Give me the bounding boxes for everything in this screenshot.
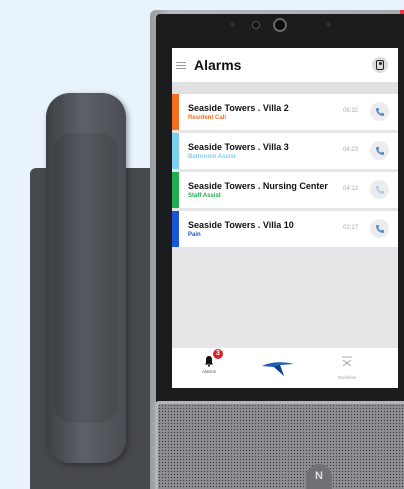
camera-icon bbox=[273, 18, 287, 32]
speaker-grille bbox=[158, 404, 404, 489]
phone-icon bbox=[375, 224, 385, 234]
nav-alarms[interactable]: 3 Alarms bbox=[194, 349, 224, 374]
alarm-type: Staff Assist bbox=[188, 193, 221, 199]
call-button[interactable] bbox=[370, 219, 389, 238]
menu-icon[interactable] bbox=[176, 60, 186, 71]
workflow-icon bbox=[342, 356, 352, 367]
alarm-type: Resident Call bbox=[188, 115, 227, 121]
alarm-elapsed-time: 04:12 bbox=[342, 186, 358, 192]
alarm-elapsed-time: 02:17 bbox=[342, 225, 358, 231]
phone-icon bbox=[375, 146, 385, 156]
alarm-item[interactable]: Seaside Towers . Nursing Center Staff Ass… bbox=[172, 172, 398, 208]
alarm-type: Bathroom Assist bbox=[188, 154, 236, 160]
alarm-elapsed-time: 04:23 bbox=[342, 147, 358, 153]
sensor-icon bbox=[252, 21, 260, 29]
handset-grip bbox=[54, 133, 118, 423]
phone-icon bbox=[375, 107, 385, 117]
call-button[interactable] bbox=[370, 141, 389, 160]
alarm-location: Seaside Towers . Villa 10 bbox=[188, 220, 294, 230]
header-divider bbox=[172, 82, 398, 94]
alarm-location: Seaside Towers . Nursing Center bbox=[188, 181, 328, 191]
alarm-color-stripe bbox=[172, 94, 179, 130]
badge-icon bbox=[376, 60, 384, 70]
page-title: Alarms bbox=[194, 57, 242, 73]
phone-icon bbox=[375, 185, 385, 195]
alarm-color-stripe bbox=[172, 172, 179, 208]
call-button[interactable] bbox=[370, 102, 389, 121]
sensor-icon bbox=[230, 22, 235, 27]
alarm-elapsed-time: 06:32 bbox=[342, 108, 358, 114]
alarm-count-badge: 3 bbox=[213, 349, 223, 359]
nfc-reader[interactable]: N bbox=[306, 464, 332, 489]
app-header: Alarms bbox=[172, 48, 398, 82]
profile-badge-button[interactable] bbox=[372, 57, 388, 73]
telephone-handset[interactable] bbox=[46, 93, 126, 463]
alarm-item[interactable]: Seaside Towers . Villa 2 Resident Call 06:… bbox=[172, 94, 398, 130]
bottom-navigation: 3 Alarms Workflow bbox=[172, 348, 398, 388]
brand-logo bbox=[260, 356, 300, 378]
logo-icon bbox=[262, 362, 294, 376]
alarm-location: Seaside Towers . Villa 2 bbox=[188, 103, 289, 113]
alarm-location: Seaside Towers . Villa 3 bbox=[188, 142, 289, 152]
nav-alarms-label: Alarms bbox=[201, 369, 216, 374]
alarm-item[interactable]: Seaside Towers . Villa 3 Bathroom Assist 0… bbox=[172, 133, 398, 169]
alarm-color-stripe bbox=[172, 211, 179, 247]
alarm-color-stripe bbox=[172, 133, 179, 169]
alarm-item[interactable]: Seaside Towers . Villa 10 Pain 02:17 bbox=[172, 211, 398, 247]
alarm-list: Seaside Towers . Villa 2 Resident Call 06:… bbox=[172, 94, 398, 250]
nav-workflow[interactable]: Workflow bbox=[332, 354, 362, 380]
nav-workflow-label: Workflow bbox=[337, 375, 357, 380]
sensor-icon bbox=[326, 22, 331, 27]
call-button[interactable] bbox=[370, 180, 389, 199]
alarm-type: Pain bbox=[188, 232, 201, 238]
nfc-icon: N bbox=[315, 470, 323, 482]
app-screen: Alarms Seaside Towers . Villa 2 Resident … bbox=[172, 48, 398, 388]
